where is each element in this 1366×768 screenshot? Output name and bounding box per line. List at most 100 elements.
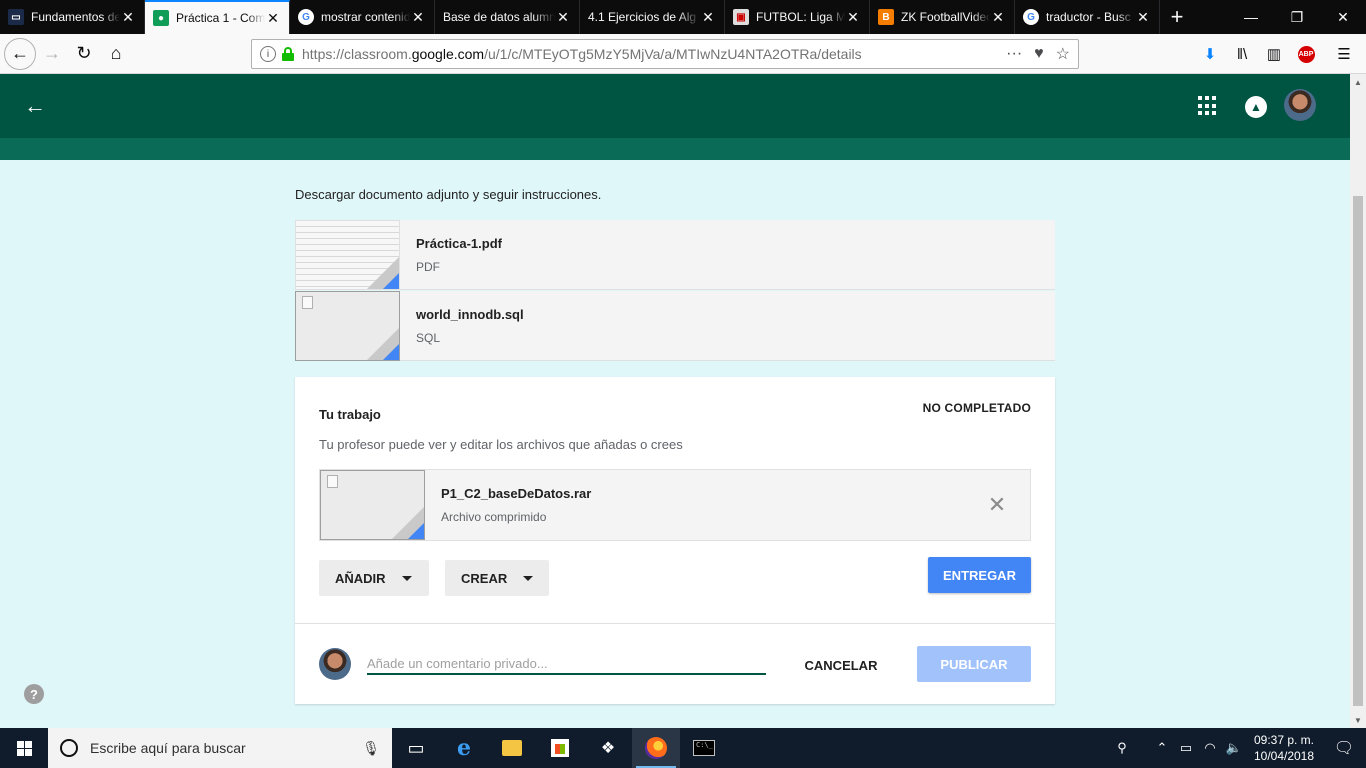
start-button[interactable]	[0, 728, 48, 768]
info-icon[interactable]: i	[260, 46, 276, 62]
attachment-title[interactable]: Práctica-1.pdf	[416, 236, 502, 251]
cancel-button[interactable]: CANCELAR	[795, 647, 887, 683]
browser-tab[interactable]: 4.1 Ejercicios de Alg ✕	[580, 0, 725, 34]
classroom-dark-icon: ▭	[8, 9, 24, 25]
rar-thumbnail[interactable]	[320, 470, 425, 540]
page-scrollbar[interactable]: ▲ ▼	[1350, 74, 1366, 728]
library-icon[interactable]: ‖\	[1226, 38, 1258, 70]
close-tab-icon[interactable]: ✕	[410, 9, 426, 26]
google-apps-icon[interactable]	[1198, 96, 1218, 116]
add-button[interactable]: AÑADIR	[319, 560, 429, 596]
file-text: P1_C2_baseDeDatos.rar Archivo comprimido	[441, 486, 591, 524]
broken-image-icon	[302, 295, 313, 309]
forward-arrow-icon[interactable]: →	[36, 38, 68, 70]
help-icon[interactable]: ?	[24, 684, 44, 704]
system-tray: ⚲ ⌃ ▭ ◠ 🔈 09:37 p. m. 10/04/2018 🗨	[1110, 728, 1366, 768]
bookmark-star-icon[interactable]: ☆	[1056, 44, 1070, 64]
clock[interactable]: 09:37 p. m. 10/04/2018	[1246, 732, 1322, 764]
your-work-description: Tu profesor puede ver y editar los archi…	[319, 437, 683, 452]
attachment-item[interactable]: world_innodb.sql SQL	[295, 290, 1055, 361]
browser-tab[interactable]: G mostrar contenido ✕	[290, 0, 435, 34]
close-window-icon[interactable]: ✕	[1320, 0, 1366, 34]
file-corner-icon	[383, 343, 399, 360]
close-tab-icon[interactable]: ✕	[265, 10, 281, 27]
browser-tab-active[interactable]: ● Práctica 1 - Com ✕	[145, 0, 290, 34]
toolbar-right: ⬇ ‖\ ▥ ABP ☰	[1194, 34, 1366, 74]
close-tab-icon[interactable]: ✕	[1135, 9, 1151, 26]
url-text[interactable]: https://classroom.google.com/u/1/c/MTEyO…	[302, 46, 1006, 62]
store-icon[interactable]	[536, 728, 584, 768]
browser-tab[interactable]: ▭ Fundamentos de ✕	[0, 0, 145, 34]
sidebar-icon[interactable]: ▥	[1258, 38, 1290, 70]
notifications-bell-icon[interactable]: ▲	[1245, 96, 1267, 118]
taskbar-search-placeholder: Escribe aquí para buscar	[90, 740, 246, 756]
terminal-icon[interactable]: C:\_	[680, 728, 728, 768]
close-tab-icon[interactable]: ✕	[120, 9, 136, 26]
restore-icon[interactable]: ❐	[1274, 0, 1320, 34]
close-tab-icon[interactable]: ✕	[555, 9, 571, 26]
lock-icon[interactable]	[282, 47, 294, 61]
private-comment-input[interactable]	[367, 653, 766, 675]
back-arrow-icon[interactable]: ←	[24, 94, 48, 118]
taskbar-search[interactable]: Escribe aquí para buscar 🎙	[48, 728, 392, 768]
file-corner-icon	[408, 523, 424, 539]
volume-icon[interactable]: 🔈	[1222, 728, 1246, 768]
browser-tab[interactable]: G traductor - Busc ✕	[1015, 0, 1160, 34]
task-view-icon[interactable]: ▭	[392, 728, 440, 768]
user-avatar[interactable]	[1284, 89, 1316, 121]
attachment-item[interactable]: Práctica-1.pdf PDF	[295, 219, 1055, 290]
home-icon[interactable]: ⌂	[100, 38, 132, 70]
adblock-icon[interactable]: ABP	[1290, 38, 1322, 70]
reload-icon[interactable]: ↻	[68, 38, 100, 70]
create-button[interactable]: CREAR	[445, 560, 549, 596]
firefox-icon[interactable]	[632, 728, 680, 768]
file-explorer-icon[interactable]	[488, 728, 536, 768]
publish-button[interactable]: PUBLICAR	[917, 646, 1031, 682]
show-hidden-icons-icon[interactable]: ⌃	[1150, 728, 1174, 768]
new-tab-button[interactable]: +	[1160, 0, 1194, 34]
page-actions-icon[interactable]: ···	[1006, 45, 1022, 63]
wifi-icon[interactable]: ◠	[1198, 728, 1222, 768]
address-bar[interactable]: i https://classroom.google.com/u/1/c/MTE…	[251, 39, 1079, 69]
attachment-text: world_innodb.sql SQL	[416, 307, 524, 345]
submit-button[interactable]: ENTREGAR	[928, 557, 1031, 593]
dropbox-icon[interactable]: ❖	[584, 728, 632, 768]
file-title[interactable]: P1_C2_baseDeDatos.rar	[441, 486, 591, 501]
battery-icon[interactable]: ▭	[1174, 728, 1198, 768]
windows-logo-icon	[16, 740, 32, 756]
clock-time: 09:37 p. m.	[1253, 733, 1315, 747]
close-tab-icon[interactable]: ✕	[700, 9, 716, 26]
browser-tab-strip: ▭ Fundamentos de ✕ ● Práctica 1 - Com ✕ …	[0, 0, 1366, 34]
header-band	[0, 138, 1350, 160]
submitted-file[interactable]: P1_C2_baseDeDatos.rar Archivo comprimido…	[319, 469, 1031, 541]
broken-image-icon	[327, 475, 338, 488]
attachment-type: PDF	[416, 259, 440, 274]
pocket-icon[interactable]: ♥	[1034, 45, 1044, 63]
your-work-title: Tu trabajo	[319, 407, 381, 422]
remove-file-icon[interactable]: ✕	[986, 494, 1008, 516]
windows-taskbar: Escribe aquí para buscar 🎙 ▭ e ❖ C:\_ ⚲ …	[0, 728, 1366, 768]
dropdown-caret-icon	[401, 575, 412, 581]
pdf-thumbnail[interactable]	[295, 219, 400, 290]
browser-tab[interactable]: Base de datos alumno ✕	[435, 0, 580, 34]
microphone-icon[interactable]: 🎙	[362, 740, 380, 757]
browser-toolbar: ← → ↻ ⌂ i https://classroom.google.com/u…	[0, 34, 1366, 74]
browser-tab[interactable]: B ZK FootballVideo ✕	[870, 0, 1015, 34]
scroll-thumb[interactable]	[1353, 196, 1363, 706]
edge-icon[interactable]: e	[440, 728, 488, 768]
close-tab-icon[interactable]: ✕	[990, 9, 1006, 26]
menu-icon[interactable]: ☰	[1322, 38, 1366, 70]
browser-tab[interactable]: ▣ FUTBOL: Liga M ✕	[725, 0, 870, 34]
scroll-up-icon[interactable]: ▲	[1350, 74, 1366, 90]
minimize-icon[interactable]: —	[1228, 0, 1274, 34]
your-work-card: Tu trabajo NO COMPLETADO Tu profesor pue…	[295, 377, 1055, 704]
close-tab-icon[interactable]: ✕	[845, 9, 861, 26]
people-icon[interactable]: ⚲	[1110, 728, 1134, 768]
sql-thumbnail[interactable]	[295, 290, 400, 361]
attachment-title[interactable]: world_innodb.sql	[416, 307, 524, 322]
scroll-down-icon[interactable]: ▼	[1350, 712, 1366, 728]
back-arrow-icon[interactable]: ←	[4, 37, 36, 70]
download-icon[interactable]: ⬇	[1194, 38, 1226, 70]
action-center-icon[interactable]: 🗨	[1322, 728, 1366, 768]
